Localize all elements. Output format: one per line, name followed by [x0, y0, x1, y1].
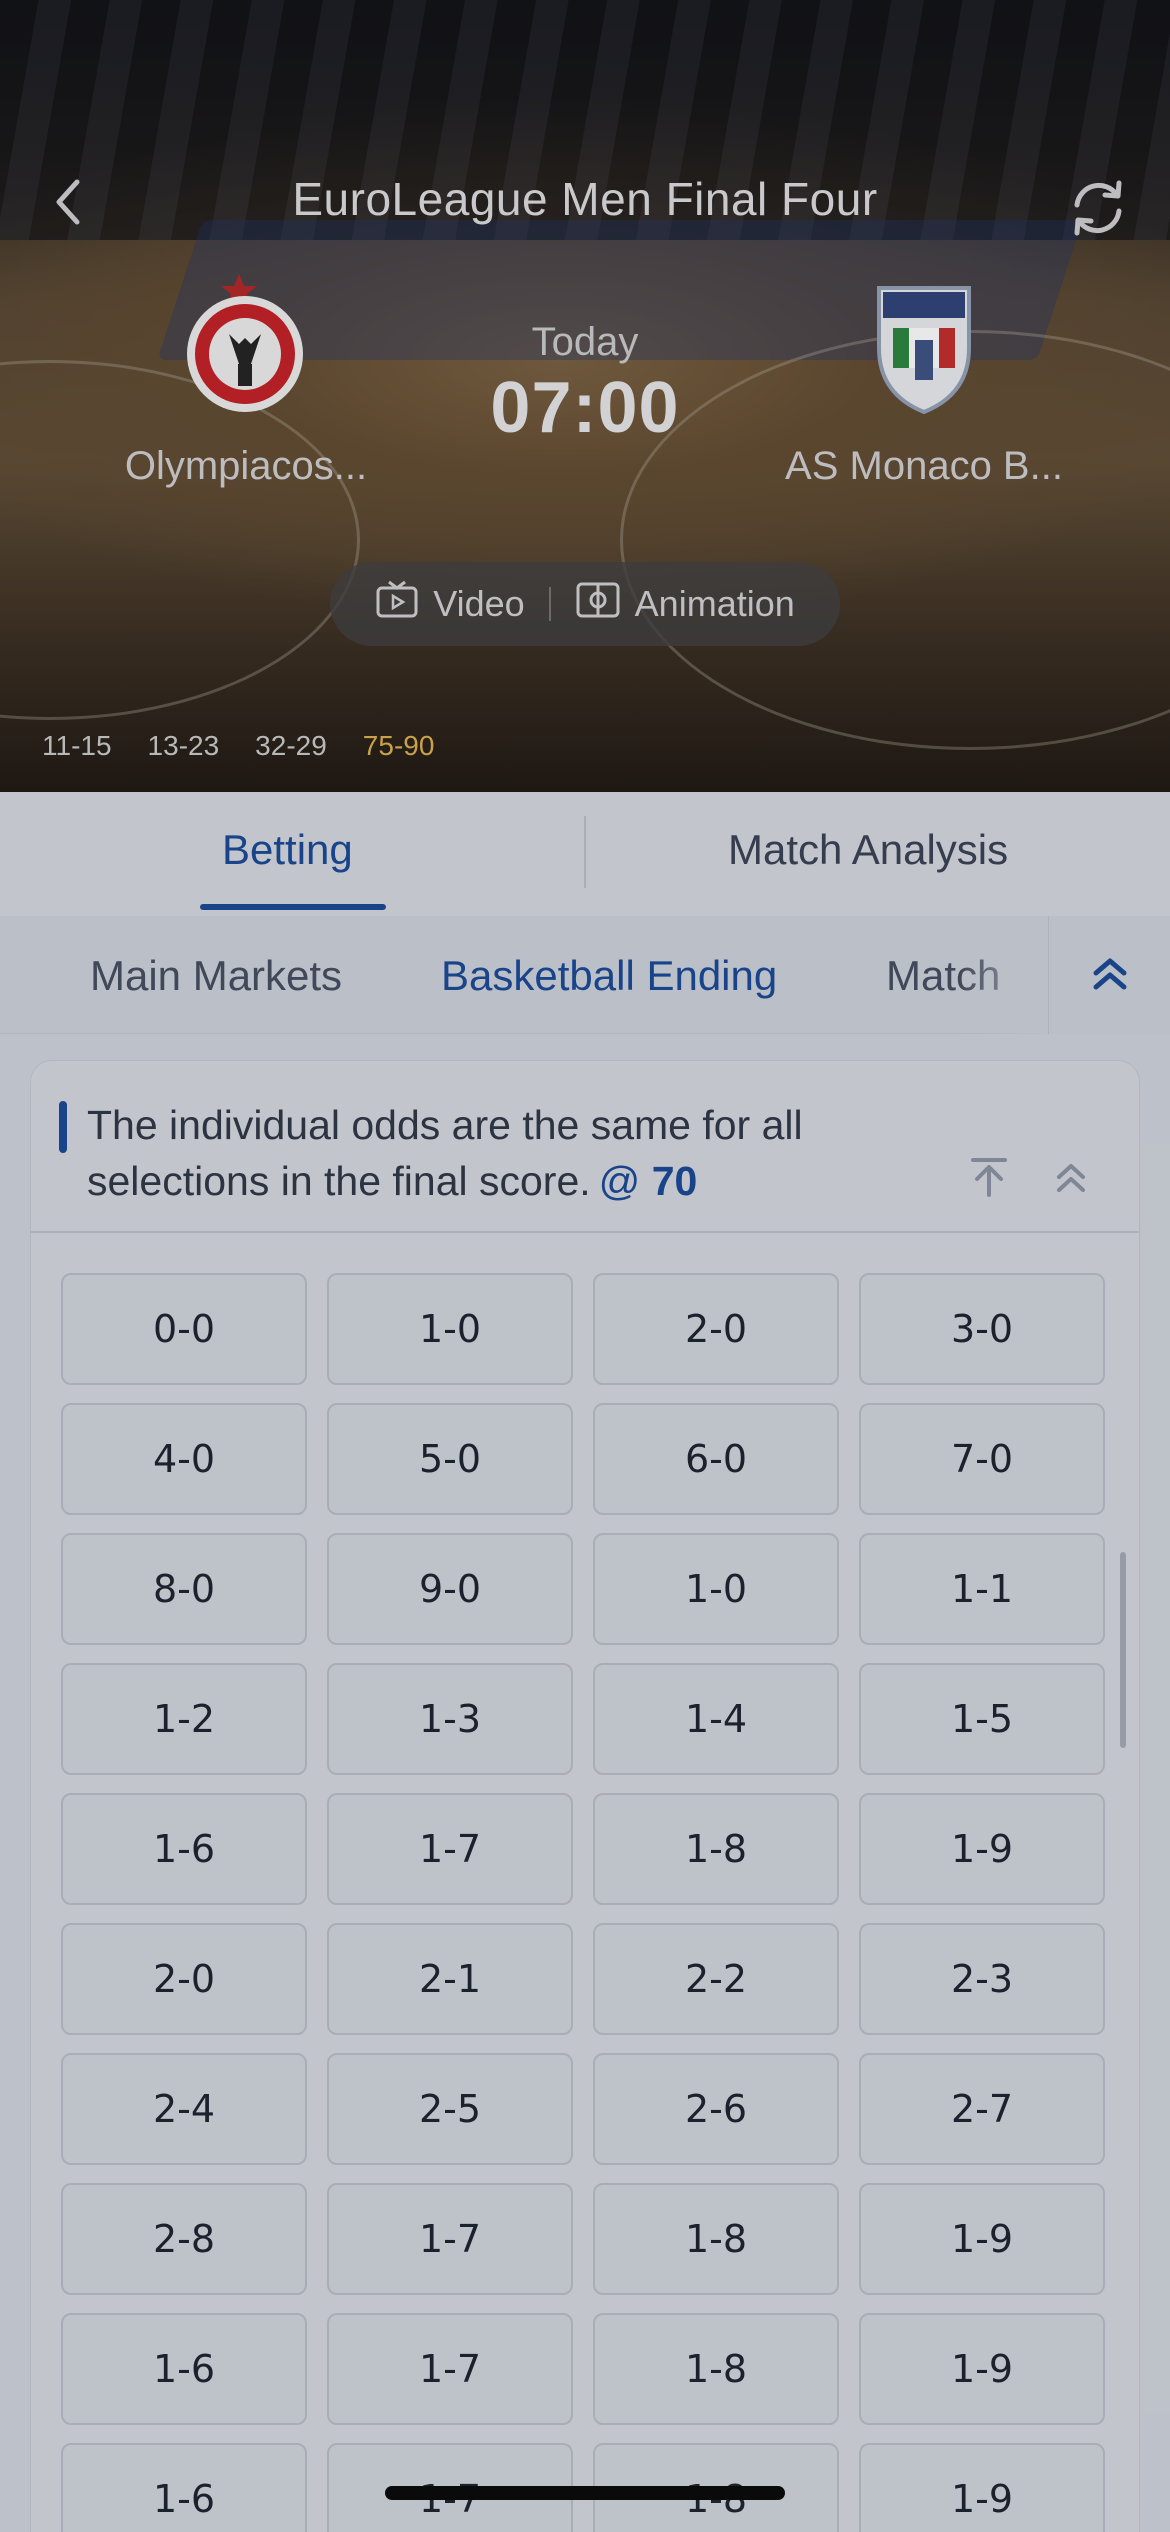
away-team: AS Monaco B... — [754, 268, 1094, 489]
score-option[interactable]: 1-4 — [593, 1663, 839, 1775]
tab-betting[interactable]: Betting — [222, 826, 353, 874]
away-team-name: AS Monaco B... — [785, 444, 1063, 488]
main-tabs: Betting Match Analysis — [0, 792, 1170, 916]
score-option[interactable]: 2-4 — [61, 2053, 307, 2165]
refresh-icon — [1065, 175, 1131, 241]
score-option[interactable]: 9-0 — [327, 1533, 573, 1645]
market-card-header: The individual odds are the same for all… — [31, 1061, 1139, 1233]
score-option[interactable]: 2-5 — [327, 2053, 573, 2165]
home-indicator[interactable] — [385, 2486, 785, 2500]
video-label: Video — [433, 583, 525, 624]
score-option[interactable]: 7-0 — [859, 1403, 1105, 1515]
match-day: Today — [531, 320, 639, 364]
home-team-name: Olympiacos... — [124, 444, 368, 488]
score-option[interactable]: 2-1 — [327, 1923, 573, 2035]
scrollbar[interactable] — [1120, 1552, 1126, 1748]
score-option[interactable]: 1-6 — [61, 1793, 307, 1905]
score-option[interactable]: 6-0 — [593, 1403, 839, 1515]
score-option[interactable]: 0-0 — [61, 1273, 307, 1385]
odds-value: 70 — [651, 1158, 698, 1204]
score-option[interactable]: 1-9 — [859, 2183, 1105, 2295]
away-team-crest — [859, 268, 989, 418]
media-switcher: Video Animation — [330, 562, 840, 646]
score-option[interactable]: 1-3 — [327, 1663, 573, 1775]
odds-badge: @ 70 — [599, 1158, 698, 1204]
media-divider — [548, 587, 551, 621]
match-header: EuroLeague Men Final Four Olympiacos... … — [0, 0, 1170, 792]
score-option[interactable]: 2-3 — [859, 1923, 1105, 2035]
top-bar: EuroLeague Men Final Four — [0, 150, 1170, 250]
score-option[interactable]: 2-6 — [593, 2053, 839, 2165]
animation-button[interactable]: Animation — [575, 581, 795, 628]
kickoff-time: 07:00 — [490, 368, 680, 448]
home-team: Olympiacos... — [76, 268, 416, 489]
tab-divider — [584, 816, 586, 888]
double-chevron-up-icon — [1051, 1157, 1091, 1201]
accent-bar — [59, 1101, 67, 1153]
score-option[interactable]: 8-0 — [61, 1533, 307, 1645]
score-option[interactable]: 1-7 — [327, 1793, 573, 1905]
score-option[interactable]: 1-8 — [593, 1793, 839, 1905]
market-card: The individual odds are the same for all… — [30, 1060, 1140, 2532]
refresh-button[interactable] — [1060, 170, 1136, 246]
score-option[interactable]: 1-9 — [859, 2443, 1105, 2532]
chevron-left-icon — [53, 178, 83, 226]
home-team-crest — [181, 268, 311, 418]
active-tab-indicator — [200, 904, 386, 910]
score-option[interactable]: 1-6 — [61, 2443, 307, 2532]
score-option[interactable]: 1-8 — [593, 2313, 839, 2425]
subtab-basketball-ending[interactable]: Basketball Ending — [441, 952, 777, 1000]
collapse-categories-button[interactable] — [1048, 916, 1170, 1034]
score-option[interactable]: 1-6 — [61, 2313, 307, 2425]
quarter-score: 32-29 — [255, 730, 327, 761]
score-option[interactable]: 1-2 — [61, 1663, 307, 1775]
score-option[interactable]: 2-7 — [859, 2053, 1105, 2165]
animation-label: Animation — [634, 583, 795, 624]
score-option[interactable]: 4-0 — [61, 1403, 307, 1515]
pin-to-top-button[interactable] — [959, 1149, 1019, 1209]
quarter-score: 11-15 — [42, 730, 112, 761]
tab-match-analysis[interactable]: Match Analysis — [728, 826, 1008, 874]
score-option[interactable]: 1-0 — [593, 1533, 839, 1645]
tabs-fade — [960, 916, 1050, 1034]
score-option[interactable]: 1-5 — [859, 1663, 1105, 1775]
score-option[interactable]: 2-2 — [593, 1923, 839, 2035]
market-category-tabs: Main Markets Basketball Ending Match — [0, 916, 1170, 1034]
competition-title: EuroLeague Men Final Four — [292, 173, 878, 225]
subtab-main-markets[interactable]: Main Markets — [90, 952, 342, 1000]
betting-content: Betting Match Analysis Main Markets Bask… — [0, 792, 1170, 2532]
score-option[interactable]: 2-0 — [593, 1273, 839, 1385]
score-option[interactable]: 1-7 — [327, 2313, 573, 2425]
quarter-score: 13-23 — [147, 730, 220, 761]
score-option[interactable]: 1-1 — [859, 1533, 1105, 1645]
total-score: 75-90 — [362, 730, 435, 761]
video-button[interactable]: Video — [375, 580, 525, 629]
pin-top-icon — [967, 1155, 1011, 1203]
score-selection-grid: 0-0 1-0 2-0 3-0 4-0 5-0 6-0 7-0 8-0 9-0 1-0 1-1 1-2 1… — [61, 1273, 1111, 2532]
fold-market-button[interactable] — [1041, 1149, 1101, 1209]
score-option[interactable]: 1-9 — [859, 2313, 1105, 2425]
score-option[interactable]: 2-8 — [61, 2183, 307, 2295]
tv-icon — [375, 580, 419, 629]
double-chevron-up-icon — [1090, 953, 1130, 997]
odds-prefix: @ — [598, 1158, 641, 1204]
pitch-icon — [575, 581, 621, 628]
back-button[interactable] — [40, 174, 96, 230]
score-option[interactable]: 1-0 — [327, 1273, 573, 1385]
score-option[interactable]: 1-8 — [593, 2183, 839, 2295]
score-option[interactable]: 5-0 — [327, 1403, 573, 1515]
quarter-scores: 11-15 13-23 32-29 75-90 — [42, 730, 434, 762]
score-option[interactable]: 1-9 — [859, 1793, 1105, 1905]
market-notice: The individual odds are the same for all… — [87, 1097, 967, 1209]
match-time: Today 07:00 — [435, 320, 735, 449]
score-option[interactable]: 2-0 — [61, 1923, 307, 2035]
score-option[interactable]: 3-0 — [859, 1273, 1105, 1385]
score-option[interactable]: 1-7 — [327, 2183, 573, 2295]
